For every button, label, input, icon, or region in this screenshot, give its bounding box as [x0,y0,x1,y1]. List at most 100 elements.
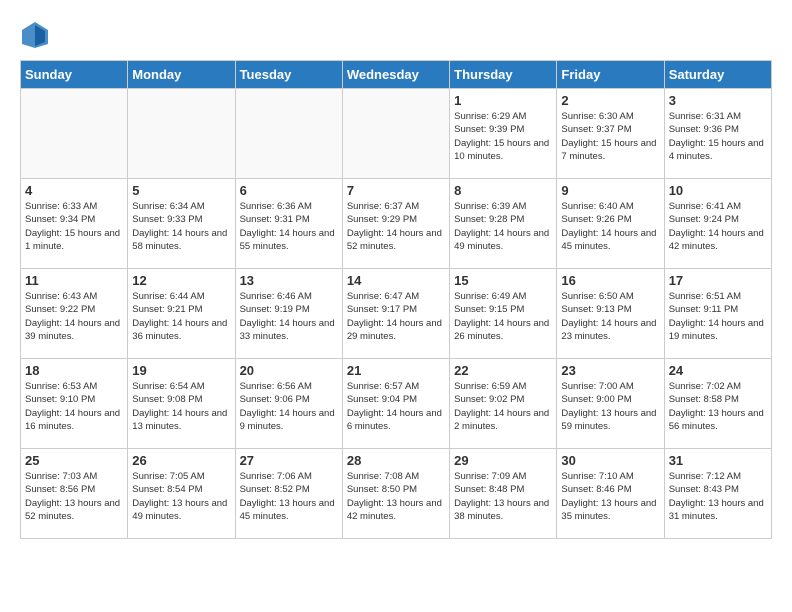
day-of-week-header: Friday [557,61,664,89]
calendar-cell [235,89,342,179]
calendar-cell: 31 Sunrise: 7:12 AM Sunset: 8:43 PM Dayli… [664,449,771,539]
day-info: Sunrise: 6:34 AM Sunset: 9:33 PM Dayligh… [132,200,230,253]
day-info: Sunrise: 6:49 AM Sunset: 9:15 PM Dayligh… [454,290,552,343]
day-number: 23 [561,363,659,378]
day-info: Sunrise: 7:08 AM Sunset: 8:50 PM Dayligh… [347,470,445,523]
day-number: 10 [669,183,767,198]
calendar-cell: 30 Sunrise: 7:10 AM Sunset: 8:46 PM Dayli… [557,449,664,539]
day-number: 21 [347,363,445,378]
day-info: Sunrise: 7:06 AM Sunset: 8:52 PM Dayligh… [240,470,338,523]
day-info: Sunrise: 6:41 AM Sunset: 9:24 PM Dayligh… [669,200,767,253]
day-number: 1 [454,93,552,108]
day-of-week-header: Sunday [21,61,128,89]
day-number: 25 [25,453,123,468]
day-number: 17 [669,273,767,288]
day-info: Sunrise: 7:10 AM Sunset: 8:46 PM Dayligh… [561,470,659,523]
day-number: 7 [347,183,445,198]
day-number: 19 [132,363,230,378]
logo-icon [20,20,50,50]
day-info: Sunrise: 6:57 AM Sunset: 9:04 PM Dayligh… [347,380,445,433]
calendar-cell: 12 Sunrise: 6:44 AM Sunset: 9:21 PM Dayli… [128,269,235,359]
day-info: Sunrise: 6:59 AM Sunset: 9:02 PM Dayligh… [454,380,552,433]
day-number: 2 [561,93,659,108]
calendar-cell: 8 Sunrise: 6:39 AM Sunset: 9:28 PM Daylig… [450,179,557,269]
day-info: Sunrise: 6:33 AM Sunset: 9:34 PM Dayligh… [25,200,123,253]
day-number: 29 [454,453,552,468]
calendar-cell: 17 Sunrise: 6:51 AM Sunset: 9:11 PM Dayli… [664,269,771,359]
day-number: 16 [561,273,659,288]
day-info: Sunrise: 7:09 AM Sunset: 8:48 PM Dayligh… [454,470,552,523]
day-number: 18 [25,363,123,378]
day-of-week-header: Tuesday [235,61,342,89]
day-number: 15 [454,273,552,288]
day-info: Sunrise: 7:12 AM Sunset: 8:43 PM Dayligh… [669,470,767,523]
calendar-cell [128,89,235,179]
calendar-week-row: 4 Sunrise: 6:33 AM Sunset: 9:34 PM Daylig… [21,179,772,269]
calendar-cell [342,89,449,179]
calendar-table: SundayMondayTuesdayWednesdayThursdayFrid… [20,60,772,539]
calendar-week-row: 25 Sunrise: 7:03 AM Sunset: 8:56 PM Dayli… [21,449,772,539]
calendar-cell: 6Sunrise: 6:36 AM Sunset: 9:31 PM Daylig… [235,179,342,269]
day-number: 30 [561,453,659,468]
day-info: Sunrise: 6:56 AM Sunset: 9:06 PM Dayligh… [240,380,338,433]
day-number: 13 [240,273,338,288]
day-info: Sunrise: 6:36 AM Sunset: 9:31 PM Dayligh… [240,200,338,253]
calendar-cell: 28 Sunrise: 7:08 AM Sunset: 8:50 PM Dayli… [342,449,449,539]
day-info: Sunrise: 6:29 AM Sunset: 9:39 PM Dayligh… [454,110,552,163]
calendar-week-row: 11Sunrise: 6:43 AM Sunset: 9:22 PM Dayli… [21,269,772,359]
day-info: Sunrise: 7:00 AM Sunset: 9:00 PM Dayligh… [561,380,659,433]
day-number: 14 [347,273,445,288]
day-number: 20 [240,363,338,378]
day-number: 26 [132,453,230,468]
calendar-cell: 1 Sunrise: 6:29 AM Sunset: 9:39 PM Daylig… [450,89,557,179]
calendar-cell: 15 Sunrise: 6:49 AM Sunset: 9:15 PM Dayli… [450,269,557,359]
calendar-cell: 13Sunrise: 6:46 AM Sunset: 9:19 PM Dayli… [235,269,342,359]
day-info: Sunrise: 6:37 AM Sunset: 9:29 PM Dayligh… [347,200,445,253]
day-number: 11 [25,273,123,288]
calendar-cell: 2 Sunrise: 6:30 AM Sunset: 9:37 PM Daylig… [557,89,664,179]
day-info: Sunrise: 6:51 AM Sunset: 9:11 PM Dayligh… [669,290,767,343]
calendar-cell: 11Sunrise: 6:43 AM Sunset: 9:22 PM Dayli… [21,269,128,359]
day-info: Sunrise: 6:31 AM Sunset: 9:36 PM Dayligh… [669,110,767,163]
day-info: Sunrise: 6:39 AM Sunset: 9:28 PM Dayligh… [454,200,552,253]
day-number: 9 [561,183,659,198]
calendar-cell: 14 Sunrise: 6:47 AM Sunset: 9:17 PM Dayli… [342,269,449,359]
day-info: Sunrise: 6:54 AM Sunset: 9:08 PM Dayligh… [132,380,230,433]
day-number: 8 [454,183,552,198]
day-number: 28 [347,453,445,468]
calendar-cell: 4 Sunrise: 6:33 AM Sunset: 9:34 PM Daylig… [21,179,128,269]
calendar-cell [21,89,128,179]
day-info: Sunrise: 6:30 AM Sunset: 9:37 PM Dayligh… [561,110,659,163]
calendar-cell: 3 Sunrise: 6:31 AM Sunset: 9:36 PM Daylig… [664,89,771,179]
day-of-week-header: Saturday [664,61,771,89]
day-info: Sunrise: 6:44 AM Sunset: 9:21 PM Dayligh… [132,290,230,343]
calendar-cell: 21 Sunrise: 6:57 AM Sunset: 9:04 PM Dayli… [342,359,449,449]
day-number: 24 [669,363,767,378]
day-number: 22 [454,363,552,378]
calendar-cell: 10 Sunrise: 6:41 AM Sunset: 9:24 PM Dayli… [664,179,771,269]
calendar-week-row: 18Sunrise: 6:53 AM Sunset: 9:10 PM Dayli… [21,359,772,449]
calendar-week-row: 1 Sunrise: 6:29 AM Sunset: 9:39 PM Daylig… [21,89,772,179]
calendar-cell: 27 Sunrise: 7:06 AM Sunset: 8:52 PM Dayli… [235,449,342,539]
day-number: 4 [25,183,123,198]
calendar-cell: 20 Sunrise: 6:56 AM Sunset: 9:06 PM Dayli… [235,359,342,449]
day-number: 12 [132,273,230,288]
calendar-cell: 23 Sunrise: 7:00 AM Sunset: 9:00 PM Dayli… [557,359,664,449]
calendar-cell: 18Sunrise: 6:53 AM Sunset: 9:10 PM Dayli… [21,359,128,449]
logo [20,20,54,50]
calendar-cell: 7 Sunrise: 6:37 AM Sunset: 9:29 PM Daylig… [342,179,449,269]
day-info: Sunrise: 6:47 AM Sunset: 9:17 PM Dayligh… [347,290,445,343]
day-number: 27 [240,453,338,468]
calendar-cell: 19 Sunrise: 6:54 AM Sunset: 9:08 PM Dayli… [128,359,235,449]
day-number: 31 [669,453,767,468]
day-info: Sunrise: 7:02 AM Sunset: 8:58 PM Dayligh… [669,380,767,433]
day-of-week-header: Monday [128,61,235,89]
calendar-cell: 25 Sunrise: 7:03 AM Sunset: 8:56 PM Dayli… [21,449,128,539]
day-number: 3 [669,93,767,108]
day-info: Sunrise: 7:05 AM Sunset: 8:54 PM Dayligh… [132,470,230,523]
calendar-cell: 22 Sunrise: 6:59 AM Sunset: 9:02 PM Dayli… [450,359,557,449]
day-info: Sunrise: 7:03 AM Sunset: 8:56 PM Dayligh… [25,470,123,523]
day-info: Sunrise: 6:50 AM Sunset: 9:13 PM Dayligh… [561,290,659,343]
page-header [20,20,772,50]
calendar-cell: 16 Sunrise: 6:50 AM Sunset: 9:13 PM Dayli… [557,269,664,359]
